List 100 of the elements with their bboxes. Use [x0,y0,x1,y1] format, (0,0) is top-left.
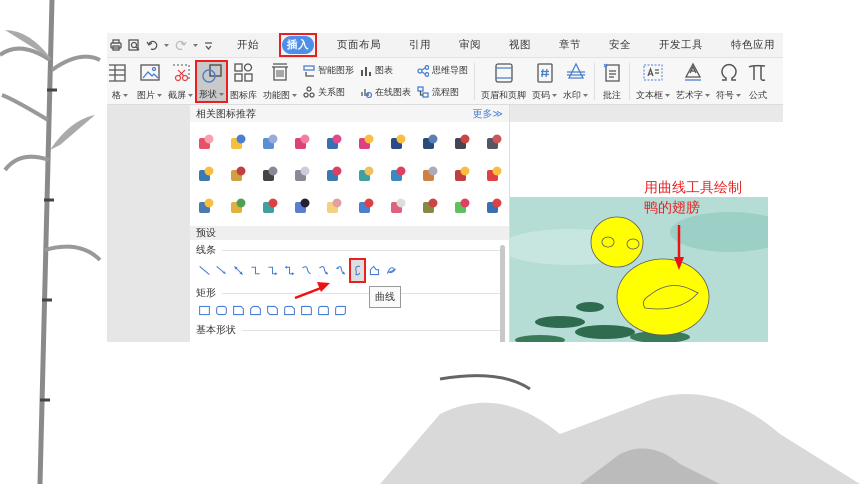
shape-icon [300,304,313,317]
clipart-icon[interactable] [453,133,471,151]
clipart-icon[interactable] [229,165,247,183]
relation-icon [303,86,315,98]
more-link[interactable]: 更多≫ [472,106,503,120]
clipart-icon[interactable] [357,133,375,151]
tab[interactable]: 开发工具 [654,36,708,54]
online-chart-icon [360,86,372,98]
ribbon-button[interactable]: 符号 [714,61,743,102]
shape-icon [334,304,347,317]
ribbon-button[interactable]: 页码 [530,61,559,102]
shape-icon [283,304,296,317]
caret-icon [193,44,198,46]
ribbon-button[interactable]: 截屏 [166,61,195,102]
tooltip: 曲线 [369,286,401,308]
group-label: 线条 [196,244,216,257]
tab[interactable]: 引用 [404,36,436,54]
clipart-icon[interactable] [325,197,343,215]
clipart-icon[interactable] [453,197,471,215]
tab[interactable]: 视图 [504,36,536,54]
ribbon-button[interactable]: 流程图 [417,86,468,99]
shape-icon [215,304,228,317]
clipart-icon[interactable] [325,133,343,151]
clipart-icon[interactable] [421,165,439,183]
ribbon-button[interactable]: 形状 [197,62,226,101]
shape-button[interactable] [349,258,366,283]
clipart-icon[interactable] [485,165,503,183]
ribbon-button[interactable]: 图表 [360,64,411,78]
ribbon-button[interactable]: 图标库 [228,61,259,102]
ribbon-button[interactable]: 图片 [135,61,164,102]
section-header: 预设 [190,226,509,240]
clipart-icon[interactable] [197,133,215,151]
pointer-arrow [673,225,685,271]
bar-chart-icon [360,64,372,77]
shape-icon [266,264,279,277]
clipart-icon[interactable] [293,165,311,183]
clipart-icon[interactable] [485,133,503,151]
ribbon-button[interactable]: 艺术字 [674,61,712,102]
shapes-icon [200,63,222,84]
text-box-icon [642,62,664,83]
flowchart-icon [417,86,429,98]
shape-icon [232,264,245,277]
ribbon-button[interactable]: 水印 [561,61,590,102]
tab[interactable]: 开始 [232,36,264,54]
clipart-icon[interactable] [389,133,407,151]
ribbon-button[interactable]: 思维导图 [417,64,468,78]
clipart-icon[interactable] [389,165,407,183]
clipart-icon[interactable] [293,197,311,215]
clipart-icon[interactable] [197,197,215,215]
ribbon-button[interactable]: 关系图 [303,86,354,99]
ribbon-button[interactable]: 文本框 [634,61,672,102]
clipart-icon[interactable] [325,165,343,183]
letter-a-icon [682,62,704,83]
shape-icon [249,304,262,317]
clipart-icon[interactable] [197,165,215,183]
clipart-icon[interactable] [261,165,279,183]
ribbon-button[interactable]: 格 [107,61,133,102]
group-label: 矩形 [196,287,216,300]
ribbon-button[interactable]: 在线图表 [360,86,411,99]
shape-icon [334,264,347,277]
clipart-icon[interactable] [485,197,503,215]
clipart-icon[interactable] [261,133,279,151]
tab[interactable]: 审阅 [454,36,486,54]
shape-icon [317,304,330,317]
shape-icon [232,304,245,317]
shape-icon [198,264,211,277]
tab[interactable]: 章节 [554,36,586,54]
scrollbar-thumb[interactable] [500,245,505,342]
clipart-icon[interactable] [421,197,439,215]
print-preview-icon[interactable] [128,39,140,51]
clipart-icon[interactable] [389,197,407,215]
print-icon[interactable] [110,39,122,51]
shape-icon [249,264,262,277]
clipart-icon[interactable] [357,197,375,215]
ribbon-button[interactable]: 页眉和页脚 [479,61,528,102]
clipart-icon[interactable] [453,165,471,183]
section-title: 相关图标推荐 [196,108,256,120]
shape-icon [300,264,313,277]
ribbon-button[interactable]: 智能图形 [303,64,354,78]
icon-library-icon [232,62,254,83]
clipart-icon[interactable] [229,133,247,151]
clipart-icon[interactable] [357,165,375,183]
ribbon-button[interactable]: 公式 [745,61,771,102]
pointer-arrow [293,280,331,300]
customize-icon[interactable] [204,40,213,50]
clipart-icon[interactable] [261,197,279,215]
annotation-text: 用曲线工具绘制 [644,179,742,198]
tab[interactable]: 安全 [604,36,636,54]
ribbon-button[interactable]: 批注 [599,61,625,102]
tab[interactable]: 页面布局 [332,36,386,54]
ribbon-button[interactable]: 功能图 [261,61,299,102]
shape-icon [317,264,330,277]
tab[interactable]: 特色应用 [726,36,780,54]
undo-icon[interactable] [146,39,158,51]
group-label: 基本形状 [196,324,236,337]
clipart-icon[interactable] [229,197,247,215]
shape-icon [283,264,296,277]
shape-icon [198,304,211,317]
clipart-icon[interactable] [293,133,311,151]
clipart-icon[interactable] [421,133,439,151]
